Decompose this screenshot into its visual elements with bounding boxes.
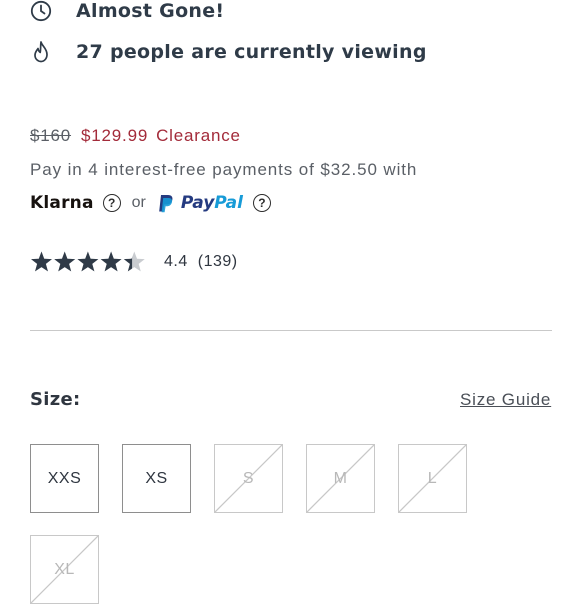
almost-gone-alert: Almost Gone!	[30, 0, 224, 22]
size-option-xxs[interactable]: XXS	[30, 444, 99, 513]
size-option-l[interactable]: L	[398, 444, 467, 513]
klarna-logo: Klarna	[30, 193, 94, 213]
clearance-tag: Clearance	[156, 126, 241, 145]
sale-price: $129.99	[81, 126, 149, 145]
star-icon	[77, 251, 99, 272]
paypal-help-icon[interactable]: ?	[252, 194, 271, 212]
size-option-xl[interactable]: XL	[30, 535, 99, 604]
size-guide-link[interactable]: Size Guide	[460, 390, 551, 410]
star-rating	[31, 251, 145, 272]
almost-gone-text: Almost Gone!	[76, 0, 225, 22]
paypal-mark-icon	[159, 194, 173, 212]
star-icon	[100, 251, 122, 272]
divider	[30, 330, 552, 331]
price-row: $160 $129.99 Clearance	[30, 126, 241, 146]
viewers-alert: 27 people are currently viewing	[30, 40, 427, 64]
rating-value: 4.4	[164, 253, 188, 270]
size-label: Size:	[30, 389, 81, 410]
size-option-m[interactable]: M	[306, 444, 375, 513]
clock-icon	[30, 0, 52, 22]
or-text: or	[131, 194, 146, 211]
payment-providers: Klarna ? or PayPal ?	[30, 193, 271, 213]
original-price: $160	[30, 126, 72, 145]
installments-text: Pay in 4 interest-free payments of $32.5…	[30, 160, 418, 179]
klarna-help-icon[interactable]: ?	[102, 194, 121, 212]
paypal-logo: PayPal	[180, 193, 243, 213]
rating-count[interactable]: (139)	[198, 253, 238, 271]
star-icon	[31, 251, 52, 272]
size-option-xs[interactable]: XS	[122, 444, 191, 513]
rating-row[interactable]: 4.4 (139)	[30, 250, 238, 274]
flame-icon	[34, 41, 48, 63]
size-option-s[interactable]: S	[214, 444, 283, 513]
viewers-text: 27 people are currently viewing	[76, 41, 427, 63]
star-icon	[54, 251, 76, 272]
